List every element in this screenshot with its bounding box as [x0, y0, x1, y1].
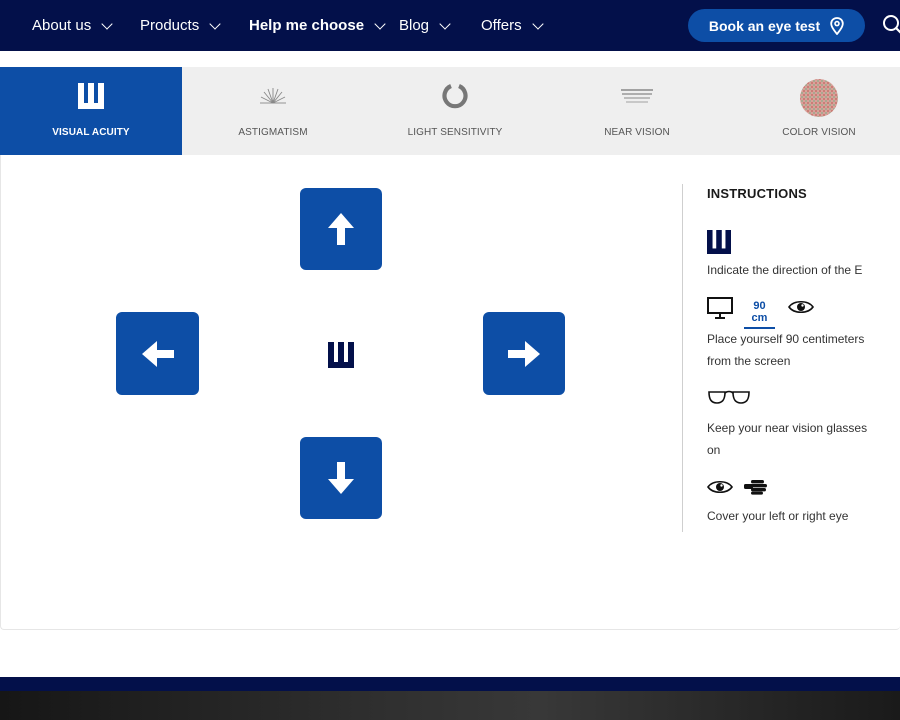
- nav-about-us[interactable]: About us: [32, 0, 113, 51]
- nav-help-me-choose[interactable]: Help me choose: [249, 0, 386, 51]
- covering-hand-icon: [744, 480, 767, 495]
- chevron-down-icon: [101, 17, 113, 30]
- eye-icon: [788, 300, 814, 314]
- tumbling-e-optotype: [328, 342, 354, 368]
- arrow-up-icon: [328, 213, 354, 245]
- tumbling-e-icon: [707, 230, 731, 254]
- tab-near-vision-label: NEAR VISION: [604, 127, 670, 138]
- eye-icon: [707, 480, 733, 494]
- instruction-step-3-line-1: Keep your near vision glasses: [707, 421, 868, 435]
- instruction-step-1: Indicate the direction of the E: [707, 263, 863, 277]
- nav-products-label: Products: [140, 17, 200, 34]
- search-icon[interactable]: [882, 14, 900, 36]
- arrow-right-icon: [508, 340, 540, 367]
- instruction-step-4: Cover your left or right eye: [707, 509, 849, 523]
- instruction-step-2-line-1: Place yourself 90 centimeters: [707, 332, 865, 346]
- tab-light-sensitivity-label: LIGHT SENSITIVITY: [407, 127, 503, 138]
- ring-icon: [435, 81, 475, 111]
- instructions-title: INSTRUCTIONS: [707, 186, 807, 201]
- chevron-down-icon: [374, 17, 386, 30]
- tab-visual-acuity[interactable]: VISUAL ACUITY: [0, 67, 182, 155]
- arrow-down-icon: [328, 462, 354, 494]
- tab-astigmatism-label: ASTIGMATISM: [238, 127, 308, 138]
- footer-bar: [0, 677, 900, 691]
- book-eye-test-label: Book an eye test: [708, 17, 821, 34]
- tab-color-vision-label: COLOR VISION: [782, 127, 856, 138]
- nav-products[interactable]: Products: [140, 0, 221, 51]
- top-navigation: About us Products Help me choose Blog Of…: [0, 0, 900, 51]
- nav-help-me-choose-label: Help me choose: [249, 17, 365, 34]
- arrow-up-button[interactable]: [300, 188, 382, 270]
- arrow-down-button[interactable]: [300, 437, 382, 519]
- test-tabs: VISUAL ACUITY ASTIGMATISM LIGHT SENSITIV: [0, 67, 900, 155]
- tab-visual-acuity-label: VISUAL ACUITY: [52, 127, 130, 138]
- astigmatism-fan-icon: [253, 81, 293, 111]
- nav-blog-label: Blog: [399, 17, 430, 34]
- monitor-icon: [707, 297, 733, 319]
- chevron-down-icon: [439, 17, 451, 30]
- arrow-left-button[interactable]: [116, 312, 199, 395]
- location-pin-icon: [830, 16, 844, 35]
- nav-blog[interactable]: Blog: [399, 0, 451, 51]
- chevron-down-icon: [209, 17, 221, 30]
- page-bottom-background: [0, 691, 900, 720]
- ishihara-dot-icon: [799, 79, 839, 117]
- tab-light-sensitivity[interactable]: LIGHT SENSITIVITY: [364, 67, 546, 155]
- tumbling-e-icon: [71, 81, 111, 111]
- instruction-step-3-line-2: on: [707, 443, 721, 457]
- nav-about-us-label: About us: [32, 17, 92, 34]
- tab-near-vision[interactable]: NEAR VISION: [546, 67, 728, 155]
- lines-icon: [617, 81, 657, 111]
- tab-astigmatism[interactable]: ASTIGMATISM: [182, 67, 364, 155]
- glasses-icon: [708, 390, 750, 404]
- nav-offers[interactable]: Offers: [481, 0, 544, 51]
- arrow-left-icon: [141, 340, 174, 367]
- instructions-divider: [682, 184, 683, 532]
- arrow-right-button[interactable]: [483, 312, 565, 395]
- distance-label: 90 cm: [744, 300, 775, 329]
- instruction-step-2-line-2: from the screen: [707, 354, 791, 368]
- book-eye-test-button[interactable]: Book an eye test: [688, 9, 865, 42]
- tab-color-vision[interactable]: COLOR VISION: [728, 67, 900, 155]
- nav-offers-label: Offers: [481, 17, 522, 34]
- chevron-down-icon: [531, 17, 544, 30]
